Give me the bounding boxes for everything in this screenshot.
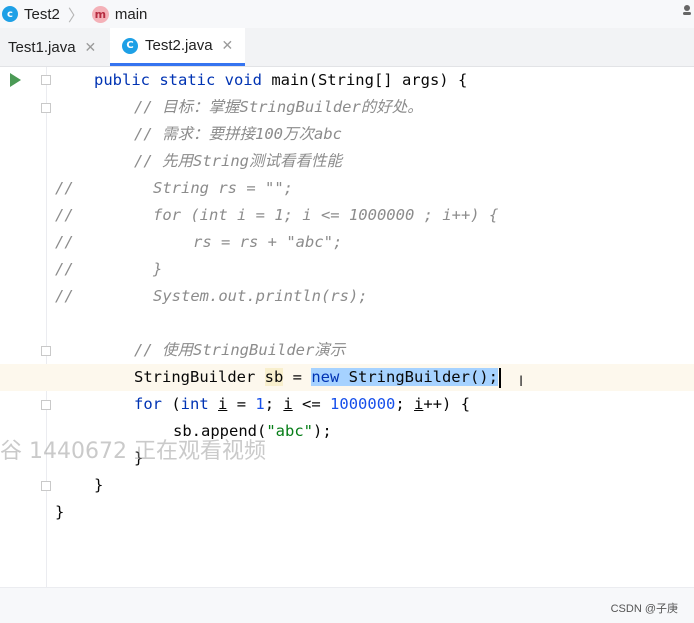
run-icon[interactable] xyxy=(10,73,21,87)
viewer-watermark: 谷 1440672 正在观看视频 xyxy=(0,439,266,464)
breadcrumb-method[interactable]: m main xyxy=(90,5,148,23)
code-line[interactable]: // 需求：要拼接100万次abc xyxy=(0,121,694,148)
editor-tabs: Test1.java ✕ C Test2.java ✕ xyxy=(0,28,694,67)
close-icon[interactable]: ✕ xyxy=(222,37,234,54)
close-icon[interactable]: ✕ xyxy=(85,39,97,56)
breadcrumb-method-label: main xyxy=(114,5,148,23)
tab-label: Test1.java xyxy=(8,38,76,56)
code-line-current[interactable]: StringBuilder sb = new StringBuilder(); … xyxy=(0,364,694,391)
code-line[interactable]: for (int i = 1; i <= 1000000; i++) { xyxy=(0,391,694,418)
code-line[interactable]: // System.out.println(rs); xyxy=(0,283,694,310)
code-line[interactable]: // } xyxy=(0,256,694,283)
tab-test2[interactable]: C Test2.java ✕ xyxy=(110,28,245,66)
code-line[interactable] xyxy=(0,310,694,337)
fold-icon[interactable] xyxy=(41,400,51,410)
breadcrumb-class-label: Test2 xyxy=(24,5,60,23)
footer-bar: CSDN @子庚 xyxy=(0,587,694,623)
code-line[interactable]: // for (int i = 1; i <= 1000000 ; i++) { xyxy=(0,202,694,229)
code-line[interactable]: // 先用String测试看看性能 xyxy=(0,148,694,175)
code-line[interactable]: // String rs = ""; xyxy=(0,175,694,202)
code-editor[interactable]: public static void main(String[] args) {… xyxy=(0,67,694,587)
fold-icon[interactable] xyxy=(41,481,51,491)
chevron-right-icon: 〉 xyxy=(67,8,84,25)
footer-credit: CSDN @子庚 xyxy=(610,603,678,615)
breadcrumb-class[interactable]: c Test2 xyxy=(0,6,60,23)
breadcrumb: c Test2 〉 m main xyxy=(0,0,694,28)
code-line[interactable]: // 使用StringBuilder演示 xyxy=(0,337,694,364)
code-line[interactable]: } xyxy=(0,472,694,499)
user-icon[interactable] xyxy=(682,5,692,15)
text-caret xyxy=(498,367,501,388)
fold-icon[interactable] xyxy=(41,75,51,85)
method-icon: m xyxy=(91,5,109,23)
java-class-icon: C xyxy=(122,37,138,54)
tab-test1[interactable]: Test1.java ✕ xyxy=(0,28,110,66)
fold-icon[interactable] xyxy=(41,346,51,356)
class-icon: c xyxy=(2,6,18,22)
tab-label: Test2.java xyxy=(145,37,213,54)
code-line[interactable]: } xyxy=(0,499,694,526)
fold-icon[interactable] xyxy=(41,103,51,113)
code-line[interactable]: // rs = rs + "abc"; xyxy=(0,229,694,256)
code-line[interactable]: public static void main(String[] args) { xyxy=(0,67,694,94)
code-line[interactable]: // 目标：掌握StringBuilder的好处。 xyxy=(0,94,694,121)
